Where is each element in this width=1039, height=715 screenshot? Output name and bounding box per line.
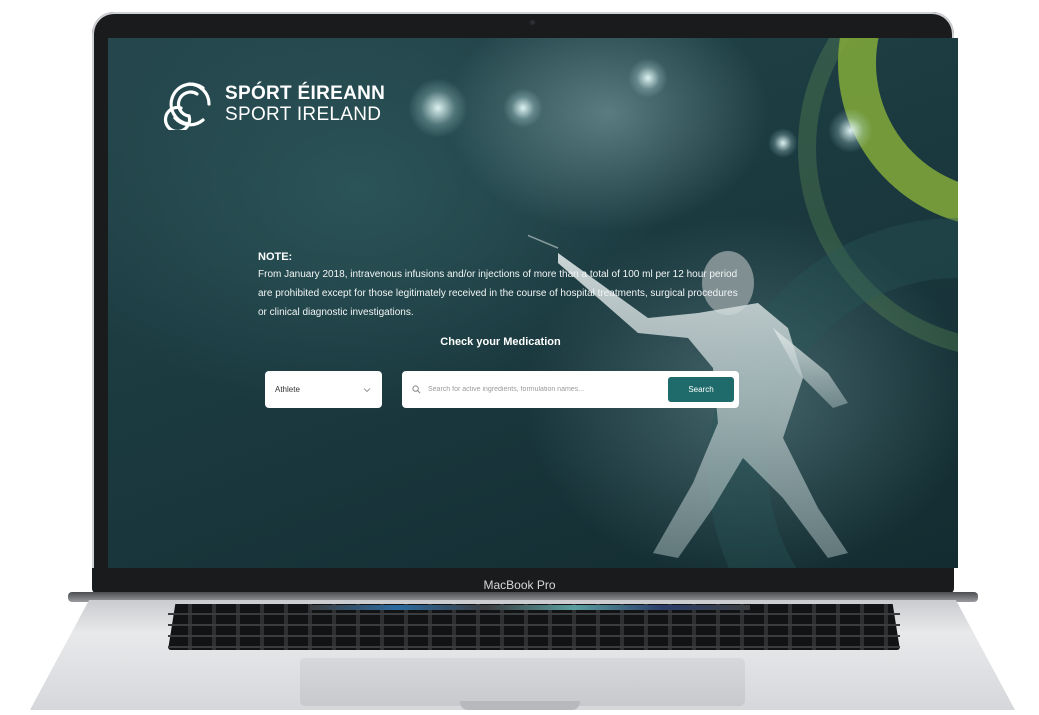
check-medication-title: Check your Medication [440,336,561,348]
camera-icon [530,20,535,25]
lid-opening-notch [460,701,580,710]
note-heading: NOTE: [258,251,293,263]
model-label: MacBook Pro [483,578,556,592]
stadium-light [768,128,798,158]
brand-name-english: SPORT IRELAND [225,104,382,125]
screen: SPÓRT ÉIREANN SPORT IRELAND NOTE: From J… [108,38,958,568]
search-button[interactable]: Search [668,377,734,402]
search-bar[interactable]: Search [402,371,739,408]
search-input[interactable] [426,385,668,394]
search-icon [412,385,421,394]
note-block: NOTE: From January 2018, intravenous inf… [258,251,748,322]
stadium-light [408,78,468,138]
chevron-down-icon [363,387,371,392]
note-body: From January 2018, intravenous infusions… [258,269,738,318]
spiral-s-logo-icon [163,82,211,130]
brand-logo[interactable]: SPÓRT ÉIREANN SPORT IRELAND [163,78,385,130]
stadium-light [828,108,873,153]
keyboard [168,604,900,650]
touch-bar [310,605,750,610]
stadium-light [503,88,543,128]
brand-name: SPÓRT ÉIREANN SPORT IRELAND [225,83,385,125]
role-dropdown-value: Athlete [275,385,300,394]
trackpad [300,658,745,706]
stadium-light [628,58,668,98]
brand-name-irish: SPÓRT ÉIREANN [225,83,386,104]
role-dropdown[interactable]: Athlete [265,371,382,408]
